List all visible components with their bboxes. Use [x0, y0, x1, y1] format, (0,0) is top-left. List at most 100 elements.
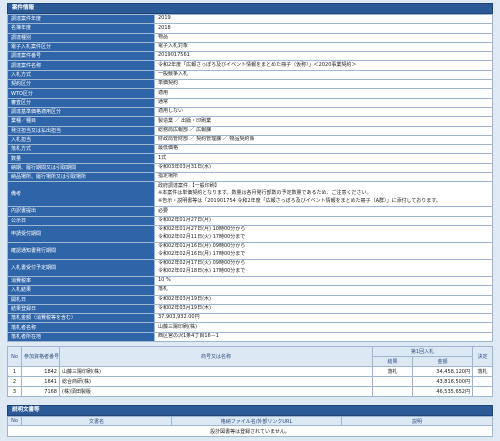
info-value-line: 令和2年度「広報さっぽろ及びイベント情報をまとめた冊子（仮称）」＜2020事業契…: [158, 61, 357, 68]
docs-col-doc-name: 文書名: [21, 416, 172, 427]
info-label: 契約区分: [7, 79, 155, 90]
docs-section-header: 説明文書等: [7, 405, 493, 417]
info-label: 調達基準価格適用区分: [7, 106, 155, 118]
bid-reg-no: 1841: [21, 376, 60, 388]
bid-row: 3 7168 (株)須田製版 46,535,652円: [7, 386, 493, 398]
info-value-line: 山藤三陽印刷(株): [158, 323, 197, 330]
info-row: 結果登録日 令和02年03月19日(木): [7, 303, 493, 315]
info-value-line: 令和03年03月31日(水): [158, 164, 211, 170]
docs-col-no: No: [7, 416, 22, 427]
info-value-line: 財政局管財部 ／ 契約管理課 ／ 物品契約係: [158, 136, 255, 143]
bid-decision: [472, 386, 493, 398]
info-row: 調達案件年度 2019: [7, 13, 493, 25]
info-value-line: 適用しない: [158, 108, 184, 115]
info-value: 製造業 ／ 出版・印刷業: [154, 116, 493, 127]
info-value-line: 2018: [158, 24, 171, 31]
info-value: 通常: [154, 97, 493, 108]
info-row: 納品場所、履行場所又は引取場所 指定場所: [7, 172, 493, 183]
info-value: 適用しない: [154, 106, 493, 118]
info-value: 単価契約: [154, 79, 493, 90]
bid-result: [372, 386, 413, 398]
info-label: 電子入札案件区分: [7, 41, 155, 53]
info-value: 財政局管財部 ／ 契約管理課 ／ 物品契約係: [154, 134, 493, 146]
info-label: 落札金額（消費税等を含む）: [7, 313, 155, 324]
info-value: 一般競争入札: [154, 69, 493, 81]
bid-reg-no: 1842: [21, 366, 60, 378]
info-value: 指定場所: [154, 172, 493, 183]
info-value-line: 単価契約: [158, 80, 179, 87]
bid-row: 1 1842 山藤三陽印刷(株) 落札 34,458,120円 落札: [7, 366, 493, 378]
bid-result: [372, 376, 413, 388]
info-row: 入札方式 一般競争入札: [7, 69, 493, 81]
info-value-line: 令和02年01月27日(月) 10時00分から: [158, 226, 246, 233]
info-label: 消費税率: [7, 275, 155, 287]
bids-col-amount: 金額: [412, 356, 473, 368]
info-value: 令和02年03月19日(木): [154, 303, 493, 315]
info-value: 物品: [154, 32, 493, 43]
info-table: 調達案件年度 2019 名簿年度 2018 調達種別 物品 電子入札案件区分 電子入札対象 調達…: [7, 13, 493, 343]
info-value: 落札: [154, 285, 493, 296]
info-value-line: 令和02年01月16日(月) 09時00分から: [158, 243, 246, 250]
info-row: 落札者名称 山藤三陽印刷(株): [7, 322, 493, 333]
info-label: 落札者所在地: [7, 331, 155, 343]
info-label: 調達案件年度: [7, 13, 155, 25]
info-value-line: 指定場所: [158, 173, 179, 180]
info-value-line: 電子入札対象: [158, 43, 189, 50]
info-label: 発注担当又は払出担当: [7, 125, 155, 136]
info-label: 入札方式: [7, 69, 155, 81]
info-value: 令和03年03月31日(水): [154, 162, 493, 174]
docs-col-desc: 説明: [341, 416, 493, 427]
bid-decision: 落札: [472, 366, 493, 378]
info-value-line: 総務局広報部 ／ 広報課: [158, 126, 212, 133]
info-value: 10 %: [154, 275, 493, 287]
info-value-line: 適用: [158, 89, 169, 96]
bids-table: No 参加資格者番号 商号又は名称 第1回入札 決定 結果 金額 1 1842 山藤…: [7, 346, 493, 398]
info-label: 調達種別: [7, 32, 155, 43]
info-row: 調達種別 物品: [7, 32, 493, 43]
info-value: 令和02年03月19日(木): [154, 294, 493, 305]
bid-no: 3: [7, 386, 22, 398]
info-value: 令和02年01月27日(月): [154, 215, 493, 226]
info-value: 2018: [154, 23, 493, 34]
info-value: 2019017561: [154, 51, 493, 62]
info-value-line: ※告示・説明書等は「201901754 令和2年度「広報さっぽろ及びイベント情報…: [158, 198, 441, 205]
bid-amount: 46,535,652円: [412, 386, 473, 398]
info-value: 令和02年02月17日(火) 09時00分から 令和02年02月18日(水) 17…: [154, 258, 493, 277]
info-label: 納期、履行期間又は引取期間: [7, 162, 155, 174]
info-value-line: 最低価格: [158, 145, 179, 152]
info-label: 備考: [7, 181, 155, 208]
bid-amount: 34,458,120円: [412, 366, 473, 378]
info-value: 総務局広報部 ／ 広報課: [154, 125, 493, 136]
info-value-line: 1式: [158, 154, 167, 161]
info-value-line: 10 %: [158, 277, 171, 284]
info-value: 令和02年01月16日(月) 09時00分から 令和02年02月16日(月) 17…: [154, 241, 493, 260]
info-row: 入札結果 落札: [7, 285, 493, 296]
info-value-line: 令和02年03月19日(木): [158, 305, 211, 312]
info-row: 確認通知書発行期間 令和02年01月16日(月) 09時00分から 令和02年02月…: [7, 241, 493, 260]
info-value-line: 物品: [158, 33, 169, 40]
info-label: 落札者名称: [7, 322, 155, 333]
info-value-line: 2019017561: [158, 52, 190, 59]
info-row: 公示日 令和02年01月27日(月): [7, 215, 493, 226]
info-row: 調達案件名称 令和2年度「広報さっぽろ及びイベント情報をまとめた冊子（仮称）」＜2…: [7, 60, 493, 71]
docs-table: No 文書名 格納ファイル名/外部リンクURL 説明 設計図書等は登録されていま…: [7, 416, 493, 438]
bids-col-no: No: [7, 346, 22, 368]
info-section-header: 案件情報: [7, 3, 493, 14]
bid-result: 落札: [372, 366, 413, 378]
info-label: 申請受付期間: [7, 224, 155, 243]
info-row: 調達基準価格適用区分 適用しない: [7, 106, 493, 118]
info-row: 名簿年度 2018: [7, 23, 493, 34]
info-row: 電子入札案件区分 電子入札対象: [7, 41, 493, 53]
info-label: 調達案件名称: [7, 60, 155, 71]
bid-name: 山藤三陽印刷(株): [59, 366, 373, 378]
info-value-line: 令和02年02月16日(月) 17時00分まで: [158, 250, 246, 257]
info-value-line: 必要: [158, 207, 169, 214]
bid-decision: [472, 376, 493, 388]
info-row: 落札方式 最低価格: [7, 144, 493, 155]
bid-no: 2: [7, 376, 22, 388]
info-value-line: 通常: [158, 98, 169, 105]
info-row: 申請受付期間 令和02年01月27日(月) 10時00分から 令和02年02月11日…: [7, 224, 493, 243]
info-row: 開札日 令和02年03月19日(木): [7, 294, 493, 305]
info-label: 内訳書提出: [7, 206, 155, 217]
info-value-line: 令和02年01月27日(月): [158, 216, 211, 223]
